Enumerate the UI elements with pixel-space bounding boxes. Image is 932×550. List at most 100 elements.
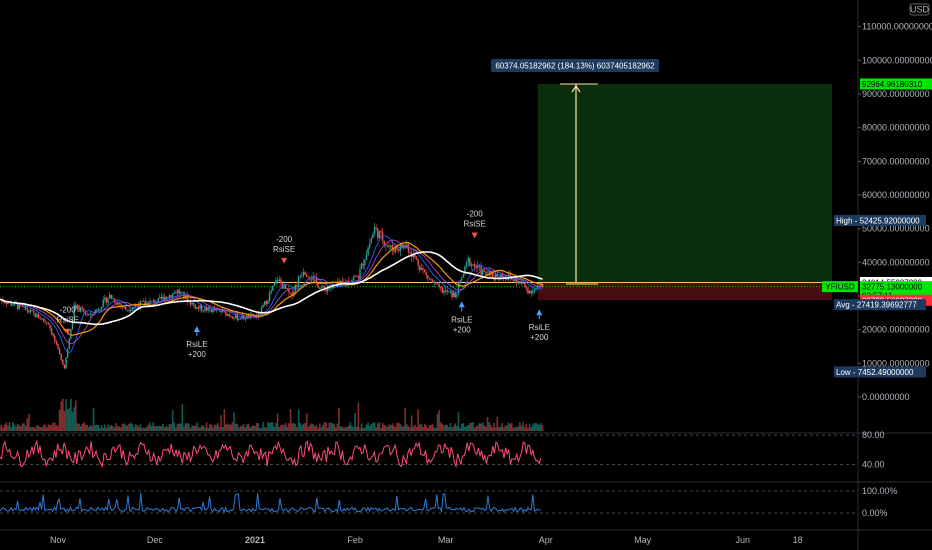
- volume-bar: [62, 398, 64, 431]
- volume-bar: [506, 425, 508, 431]
- volume-bar: [254, 425, 256, 431]
- volume-bar: [234, 423, 237, 431]
- volume-bar: [318, 423, 321, 431]
- volume-bar: [355, 426, 358, 431]
- currency-button[interactable]: USD: [909, 3, 930, 16]
- volume-bar: [349, 422, 352, 431]
- volume-bar: [296, 427, 298, 431]
- volume-bar: [457, 411, 460, 431]
- volume-bar: [344, 427, 347, 431]
- volume-bar: [446, 424, 449, 431]
- volume-bar: [504, 425, 507, 431]
- volume-bar: [401, 426, 403, 431]
- volume-bar: [142, 427, 145, 431]
- volume-bar: [34, 427, 37, 431]
- volume-bar: [5, 422, 8, 431]
- volume-bar: [338, 407, 340, 431]
- volume-bar: [147, 424, 150, 431]
- volume-bar: [359, 427, 361, 431]
- volume-bar: [70, 398, 72, 431]
- volume-bar: [265, 427, 268, 431]
- volume-bar: [0, 426, 1, 431]
- volume-bar: [410, 415, 413, 431]
- volume-bar: [281, 424, 284, 431]
- volume-bar: [302, 423, 305, 431]
- volume-bar: [346, 426, 348, 431]
- volume-bar: [58, 409, 61, 431]
- volume-bar: [212, 427, 214, 431]
- volume-bar: [105, 427, 108, 431]
- volume-bar: [191, 425, 193, 431]
- volume-bar: [385, 425, 387, 431]
- signal-line2: RsiSE: [273, 245, 295, 254]
- volume-bar: [288, 423, 290, 431]
- volume-bar: [271, 422, 274, 431]
- volume-bar: [141, 427, 143, 431]
- signal-line2: RsiSE: [57, 316, 79, 325]
- volume-bar: [31, 427, 33, 431]
- volume-bar: [244, 427, 247, 431]
- volume-bar: [347, 425, 350, 431]
- volume-bar: [44, 424, 46, 431]
- volume-bar: [312, 424, 314, 431]
- volume-bar: [527, 427, 529, 431]
- price-chart[interactable]: -200RsiSERsiLE+200-200RsiSERsiLE+200-200…: [0, 0, 932, 550]
- volume-bar: [36, 425, 38, 431]
- time-tick-label: May: [634, 535, 652, 545]
- volume-bar: [460, 423, 463, 431]
- volume-bar: [247, 423, 250, 431]
- volume-bar: [372, 422, 374, 431]
- volume-bar: [136, 424, 138, 431]
- volume-bar: [439, 422, 442, 431]
- volume-bar: [501, 423, 503, 431]
- volume-bar: [305, 413, 308, 431]
- volume-bar: [259, 427, 261, 431]
- volume-bar: [286, 426, 289, 431]
- volume-bar: [301, 425, 303, 431]
- signal-line1: RsiLE: [451, 315, 472, 324]
- volume-bar: [197, 426, 200, 431]
- volume-bar: [415, 427, 418, 431]
- time-tick-label: Apr: [539, 535, 553, 545]
- volume-bar: [430, 424, 432, 431]
- candle: [65, 356, 67, 370]
- candle: [272, 285, 274, 291]
- volume-bar: [131, 423, 134, 431]
- loss-zone: [538, 282, 832, 301]
- volume-bar: [297, 409, 300, 431]
- volume-bar: [239, 426, 242, 431]
- volume-bar: [341, 426, 344, 431]
- candle: [34, 312, 37, 318]
- volume-bar: [464, 426, 466, 431]
- volume-bar: [149, 422, 151, 431]
- volume-bar: [249, 427, 251, 431]
- volume-bar: [399, 424, 402, 431]
- volume-bar: [65, 399, 67, 431]
- volume-bar: [320, 426, 323, 431]
- volume-bar: [367, 422, 369, 431]
- volume-bar: [251, 425, 253, 431]
- volume-bar: [422, 426, 424, 431]
- volume-bar: [205, 422, 208, 431]
- volume-bar: [71, 411, 74, 431]
- volume-bar: [168, 423, 171, 431]
- volume-bar: [183, 426, 185, 431]
- volume-bar: [110, 425, 113, 431]
- volume-bar: [423, 423, 426, 431]
- volume-bar: [60, 401, 63, 431]
- volume-bar: [465, 425, 468, 431]
- volume-bar: [175, 427, 177, 431]
- volume-bar: [100, 425, 103, 431]
- volume-bar: [15, 426, 17, 431]
- volume-bar: [435, 427, 437, 431]
- rsi-tick-label: 40.00: [862, 460, 885, 470]
- volume-bar: [315, 425, 318, 431]
- volume-bar: [263, 427, 266, 431]
- volume-bar: [165, 425, 168, 431]
- volume-bar: [176, 423, 179, 431]
- signal-line1: RsiLE: [186, 340, 207, 349]
- volume-bar: [123, 423, 126, 431]
- signal-line1: -200: [276, 235, 293, 244]
- volume-bar: [104, 424, 106, 431]
- volume-bar: [170, 424, 172, 431]
